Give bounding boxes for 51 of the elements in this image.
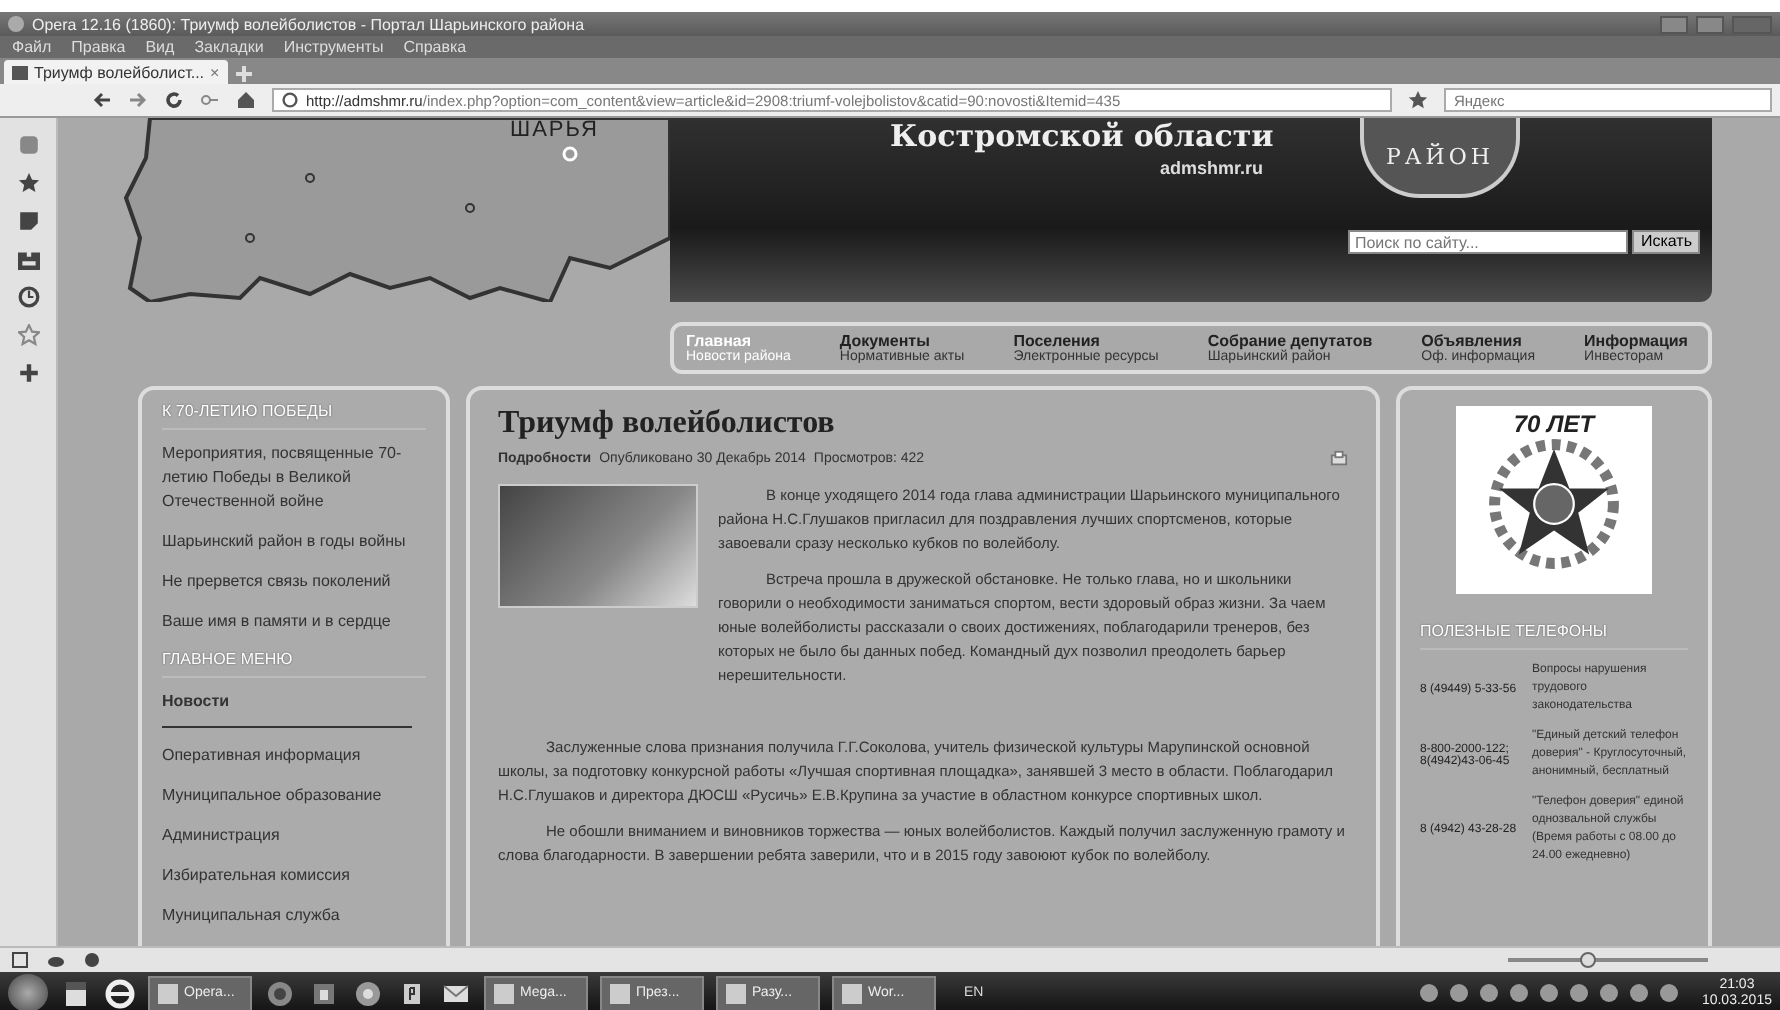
- app-icon[interactable]: [60, 977, 92, 1009]
- speed-dial-icon[interactable]: [17, 134, 39, 156]
- menu-item[interactable]: Правка: [71, 38, 126, 56]
- page-icon: [12, 65, 28, 79]
- star-icon[interactable]: [17, 172, 39, 194]
- browser-tab[interactable]: Триумф волейболист... ×: [4, 60, 228, 84]
- menu-link[interactable]: Новости: [162, 690, 412, 728]
- town-label: ШАРЬЯ: [510, 118, 599, 142]
- section-heading: К 70-ЛЕТИЮ ПОБЕДЫ: [162, 402, 426, 430]
- clock-icon[interactable]: [17, 286, 39, 308]
- site-domain: admshmr.ru: [1160, 158, 1264, 178]
- zoom-thumb[interactable]: [1580, 952, 1596, 968]
- menu-link[interactable]: Муниципальная служба: [162, 904, 340, 928]
- menu-link[interactable]: Оперативная информация: [162, 744, 361, 768]
- key-icon[interactable]: [200, 90, 220, 110]
- opera-logo-icon: [8, 16, 24, 32]
- section-heading: ГЛАВНОЕ МЕНЮ: [162, 650, 426, 678]
- site-title: Костромской области: [890, 118, 1274, 154]
- menu-item[interactable]: Инструменты: [283, 38, 384, 56]
- anniversary-emblem: 70 ЛЕТ: [1456, 406, 1652, 594]
- menu-link[interactable]: Ваше имя в памяти и в сердце: [162, 610, 391, 634]
- search-button[interactable]: Искать: [1632, 230, 1700, 254]
- menu-link[interactable]: Мероприятия, посвященные 70-летию Победы в Великой Отечественной войне: [162, 442, 426, 514]
- menu-link[interactable]: Шарьинский район в годы войны: [162, 530, 406, 554]
- menu-item[interactable]: Закладки: [194, 38, 264, 56]
- panel-toggle-icon[interactable]: [12, 952, 28, 968]
- back-icon[interactable]: [92, 90, 112, 110]
- reload-icon[interactable]: [164, 90, 184, 110]
- plus-icon[interactable]: [17, 362, 39, 384]
- home-icon[interactable]: [236, 90, 256, 110]
- star-icon[interactable]: [17, 324, 39, 346]
- tab-close-button[interactable]: ×: [210, 63, 220, 81]
- app-icon[interactable]: [104, 977, 136, 1009]
- note-icon[interactable]: [17, 210, 39, 232]
- menu-item[interactable]: Вид: [145, 38, 175, 56]
- article-title: Триумф волейболистов: [498, 406, 837, 442]
- start-button[interactable]: [8, 974, 48, 1010]
- star-icon[interactable]: [1408, 90, 1428, 110]
- menu-item[interactable]: Файл: [12, 38, 52, 56]
- menu-link[interactable]: Избирательная комиссия: [162, 864, 350, 888]
- window-title: Opera 12.16 (1860): Триумф волейболистов - Портал Шарьинского района: [32, 15, 585, 33]
- menu-item[interactable]: Справка: [403, 38, 467, 56]
- site-search-field[interactable]: Поиск по сайту...: [1348, 230, 1629, 254]
- coat-of-arms: РАЙОН: [1360, 118, 1520, 198]
- print-icon[interactable]: [1330, 450, 1348, 468]
- forward-icon[interactable]: [128, 90, 148, 110]
- app-icon[interactable]: [352, 977, 384, 1009]
- menu-link[interactable]: Не прервется связь поколений: [162, 570, 391, 594]
- menu-link[interactable]: Администрация: [162, 824, 280, 848]
- menu-link[interactable]: Муниципальное образование: [162, 784, 382, 808]
- section-heading: ПОЛЕЗНЫЕ ТЕЛЕФОНЫ: [1420, 622, 1688, 650]
